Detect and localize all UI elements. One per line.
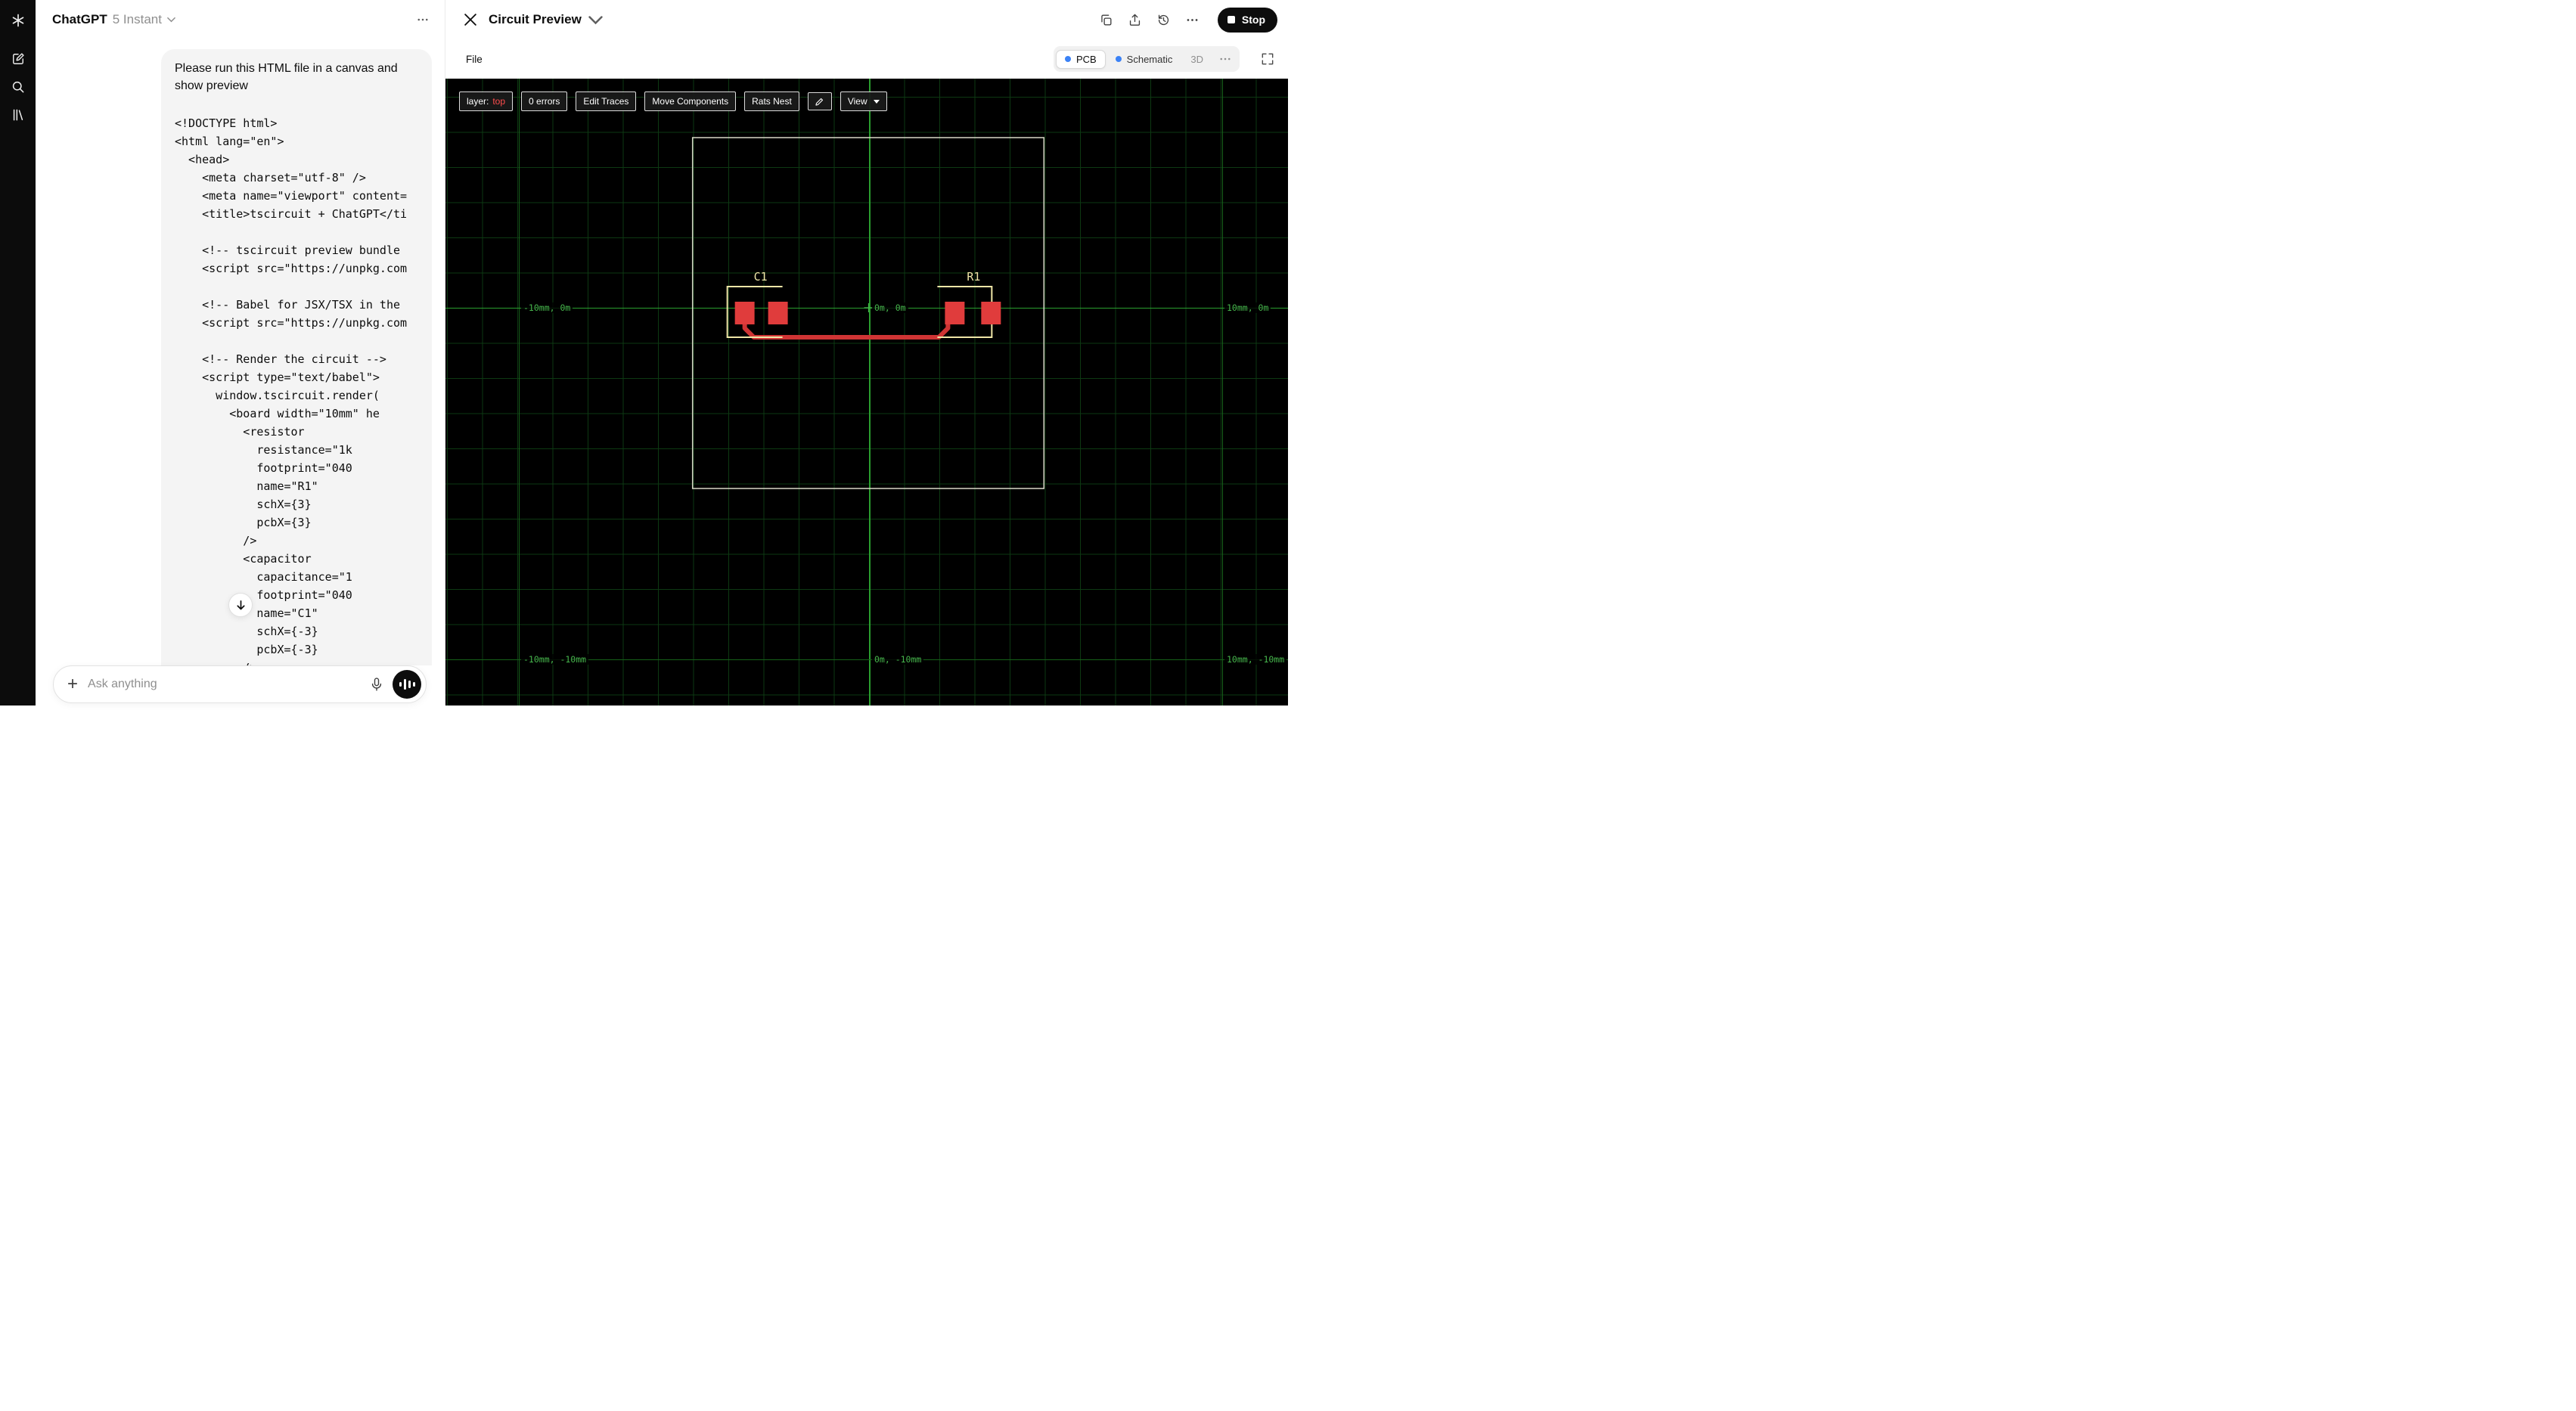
chatgpt-logo-icon[interactable]: [8, 11, 28, 30]
new-chat-icon[interactable]: [8, 49, 28, 69]
grid-label-right-mid: 10mm, 0m: [1224, 302, 1271, 313]
search-icon[interactable]: [8, 77, 28, 97]
chat-more-icon[interactable]: [416, 13, 430, 26]
pencil-tool-button[interactable]: [807, 92, 832, 110]
close-icon[interactable]: [464, 14, 476, 26]
pcb-toolbar: layer: top 0 errors Edit Traces Move Com…: [459, 91, 887, 111]
app-sidebar: [0, 0, 36, 706]
edit-traces-button[interactable]: Edit Traces: [576, 91, 637, 111]
fullscreen-icon[interactable]: [1260, 51, 1275, 67]
stop-square-icon: [1227, 16, 1235, 23]
errors-chip[interactable]: 0 errors: [521, 91, 568, 111]
caret-down-icon: [873, 99, 880, 104]
view-menu-button[interactable]: View: [840, 91, 887, 111]
view-switcher: PCB Schematic 3D: [1053, 46, 1275, 72]
voice-waveform-icon: [399, 682, 402, 687]
chat-header: ChatGPT 5 Instant: [36, 0, 445, 39]
move-components-button[interactable]: Move Components: [644, 91, 737, 111]
chat-panel: ChatGPT 5 Instant Please run this HTML f…: [36, 0, 445, 706]
user-message: Please run this HTML file in a canvas an…: [161, 49, 432, 665]
tab-schematic[interactable]: Schematic: [1107, 50, 1181, 69]
library-icon[interactable]: [8, 105, 28, 125]
stop-button[interactable]: Stop: [1217, 7, 1277, 33]
grid-label-center-bottom: 0m, -10mm: [872, 654, 924, 665]
canvas-title: Circuit Preview: [489, 12, 582, 26]
tabs-more-icon[interactable]: [1213, 48, 1237, 70]
c1-label: C1: [754, 270, 768, 284]
grid-label-left-mid: -10mm, 0m: [521, 302, 573, 313]
chat-messages: Please run this HTML file in a canvas an…: [36, 39, 445, 665]
grid-label-center-mid: 0m, 0m: [872, 302, 908, 313]
view-tabs: PCB Schematic 3D: [1053, 46, 1240, 72]
user-message-code: <!DOCTYPE html> <html lang="en"> <head> …: [175, 116, 408, 665]
canvas-header-actions: Stop: [1099, 7, 1277, 33]
voice-mode-button[interactable]: [393, 670, 421, 699]
scroll-down-button[interactable]: [228, 593, 253, 617]
canvas-more-icon[interactable]: [1185, 13, 1200, 27]
share-upload-icon[interactable]: [1128, 13, 1142, 27]
pencil-icon: [815, 98, 823, 106]
model-name: 5 Instant: [112, 12, 162, 26]
canvas-header: Circuit Preview Stop: [445, 0, 1288, 39]
active-layer-value: top: [492, 96, 506, 107]
tab-3d[interactable]: 3D: [1182, 50, 1212, 69]
grid-label-left-bottom: -10mm, -10mm: [521, 654, 589, 665]
plus-icon[interactable]: +: [67, 675, 78, 693]
canvas-toolbar: File PCB Schematic 3D: [445, 39, 1288, 79]
app-title: ChatGPT: [52, 12, 107, 26]
copy-icon[interactable]: [1099, 13, 1113, 27]
microphone-icon[interactable]: [369, 677, 384, 692]
component-c1[interactable]: C1: [726, 270, 788, 338]
grid-label-right-bottom: 10mm, -10mm: [1224, 654, 1287, 665]
rats-nest-button[interactable]: Rats Nest: [744, 91, 799, 111]
pcb-drawing: C1 R1: [691, 137, 1045, 489]
file-menu[interactable]: File: [466, 54, 483, 65]
r1-label: R1: [967, 270, 980, 284]
layer-chip[interactable]: layer: top: [459, 91, 514, 111]
chevron-down-icon: [167, 17, 175, 23]
user-message-text: Please run this HTML file in a canvas an…: [175, 62, 398, 92]
chat-input[interactable]: [88, 678, 369, 691]
r1-pad-left[interactable]: [945, 302, 965, 324]
blue-dot-icon: [1064, 56, 1071, 62]
model-switcher[interactable]: ChatGPT 5 Instant: [52, 12, 175, 27]
r1-pad-right[interactable]: [981, 302, 1001, 324]
title-chevron-down-icon[interactable]: [588, 13, 603, 27]
tab-pcb[interactable]: PCB: [1055, 49, 1106, 69]
blue-dot-icon: [1115, 56, 1122, 62]
history-icon[interactable]: [1156, 13, 1171, 27]
c1-pad-left[interactable]: [734, 302, 755, 324]
chat-composer: +: [36, 665, 445, 706]
c1-pad-right[interactable]: [768, 302, 788, 324]
pcb-editor-canvas[interactable]: C1 R1 -10mm, 0m 0m, 0m 10mm, 0m -10mm, -…: [445, 79, 1288, 706]
canvas-panel: Circuit Preview Stop File PCB Schematic …: [445, 0, 1288, 706]
app-window: ChatGPT 5 Instant Please run this HTML f…: [0, 0, 1288, 706]
composer-pill: +: [53, 665, 427, 703]
